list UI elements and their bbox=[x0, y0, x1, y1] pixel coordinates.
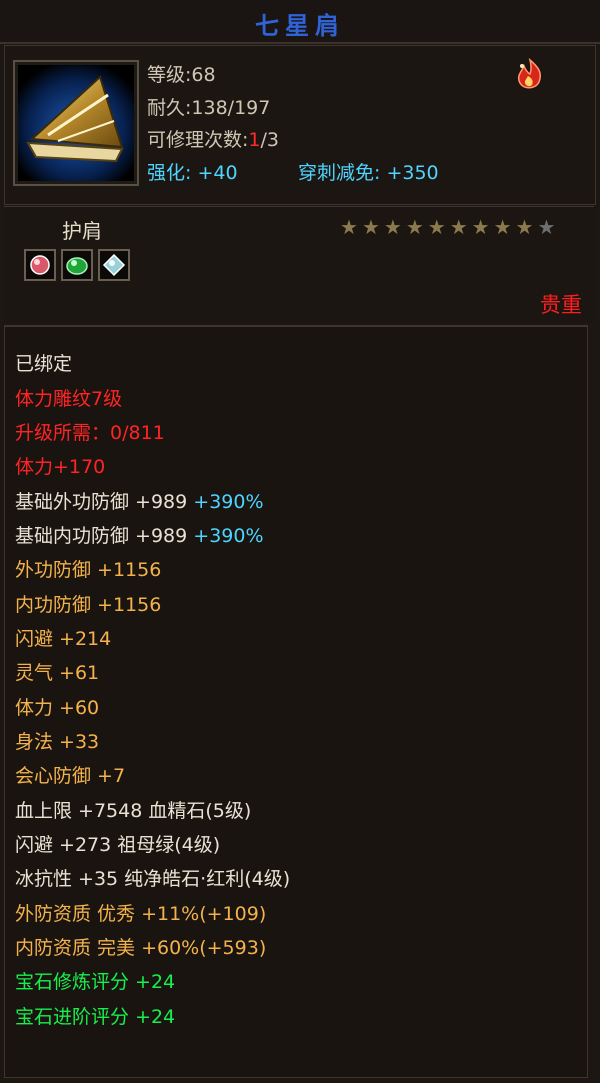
prop-line: 宝石修炼评分 +24 bbox=[15, 971, 176, 993]
item-tooltip: 七星肩 等级:68 耐久:138/197 可修理次数:1/3 强化: +40 穿… bbox=[0, 0, 600, 1083]
item-durability: 耐久:138/197 bbox=[147, 97, 271, 119]
prop-line: 宝石进阶评分 +24 bbox=[15, 1006, 176, 1028]
item-title: 七星肩 bbox=[255, 11, 345, 40]
star-empty-icon: ★ bbox=[537, 215, 556, 239]
prop-line: 体力+170 bbox=[15, 456, 106, 478]
item-enhance: 强化: +40 bbox=[147, 162, 238, 184]
item-slot: 护肩 bbox=[62, 219, 102, 243]
prop-line: 内功防御 +1156 bbox=[15, 594, 162, 616]
green-gem-icon[interactable] bbox=[61, 249, 93, 281]
star-icon: ★ bbox=[493, 215, 512, 239]
repair-label: 可修理次数: bbox=[147, 129, 249, 151]
prop-line: 已绑定 bbox=[15, 353, 73, 375]
prop-line: 闪避 +273 祖母绿(4级) bbox=[15, 834, 221, 856]
prop-extra: +390% bbox=[193, 491, 264, 513]
flame-badge-icon[interactable] bbox=[513, 58, 547, 92]
prop-line: 闪避 +214 bbox=[15, 628, 112, 650]
prop-extra: +390% bbox=[193, 525, 264, 547]
star-icon: ★ bbox=[361, 215, 380, 239]
item-rarity: 贵重 bbox=[540, 293, 582, 317]
star-icon: ★ bbox=[427, 215, 446, 239]
item-repair-count: 可修理次数:1/3 bbox=[147, 125, 279, 152]
prop-line: 基础外功防御 +989 +390% bbox=[15, 487, 264, 514]
prop-line: 会心防御 +7 bbox=[15, 765, 126, 787]
prop-line: 基础内功防御 +989 +390% bbox=[15, 521, 264, 548]
star-icon: ★ bbox=[340, 215, 358, 239]
red-gem-icon[interactable] bbox=[24, 249, 56, 281]
item-header: 等级:68 耐久:138/197 可修理次数:1/3 强化: +40 穿刺减免:… bbox=[4, 45, 596, 205]
prop-text: 基础内功防御 +989 bbox=[15, 525, 188, 547]
repair-total: /3 bbox=[260, 129, 280, 151]
prop-text: 基础外功防御 +989 bbox=[15, 491, 188, 513]
white-gem-icon[interactable] bbox=[98, 249, 130, 281]
tooltip-title-bar: 七星肩 bbox=[0, 0, 600, 44]
prop-line: 外功防御 +1156 bbox=[15, 559, 162, 581]
prop-line: 外防资质 优秀 +11%(+109) bbox=[15, 903, 267, 925]
prop-line: 体力雕纹7级 bbox=[15, 388, 123, 410]
item-properties: 已绑定 体力雕纹7级 升级所需：0/811 体力+170 基础外功防御 +989… bbox=[4, 325, 588, 1078]
prop-line: 升级所需：0/811 bbox=[15, 422, 165, 444]
prop-line: 内防资质 完美 +60%(+593) bbox=[15, 937, 267, 959]
prop-line: 灵气 +61 bbox=[15, 662, 100, 684]
prop-line: 血上限 +7548 血精石(5级) bbox=[15, 800, 252, 822]
shoulder-armor-icon bbox=[18, 65, 134, 181]
item-meta: 护肩 ★ ★ ★ ★ ★ ★ ★ ★ ★ ★ 贵重 bbox=[4, 206, 594, 323]
item-level: 等级:68 bbox=[147, 64, 216, 86]
item-pierce-reduction: 穿刺减免: +350 bbox=[298, 162, 439, 184]
prop-line: 冰抗性 +35 纯净皓石·红利(4级) bbox=[15, 868, 291, 890]
star-icon: ★ bbox=[405, 215, 424, 239]
item-icon-frame bbox=[13, 60, 139, 186]
prop-line: 身法 +33 bbox=[15, 731, 100, 753]
star-icon: ★ bbox=[383, 215, 402, 239]
star-icon: ★ bbox=[449, 215, 468, 239]
star-icon: ★ bbox=[471, 215, 490, 239]
star-rating: ★ ★ ★ ★ ★ ★ ★ ★ ★ ★ bbox=[340, 217, 555, 237]
star-icon: ★ bbox=[515, 215, 534, 239]
repair-current: 1 bbox=[248, 129, 261, 151]
prop-line: 体力 +60 bbox=[15, 697, 100, 719]
